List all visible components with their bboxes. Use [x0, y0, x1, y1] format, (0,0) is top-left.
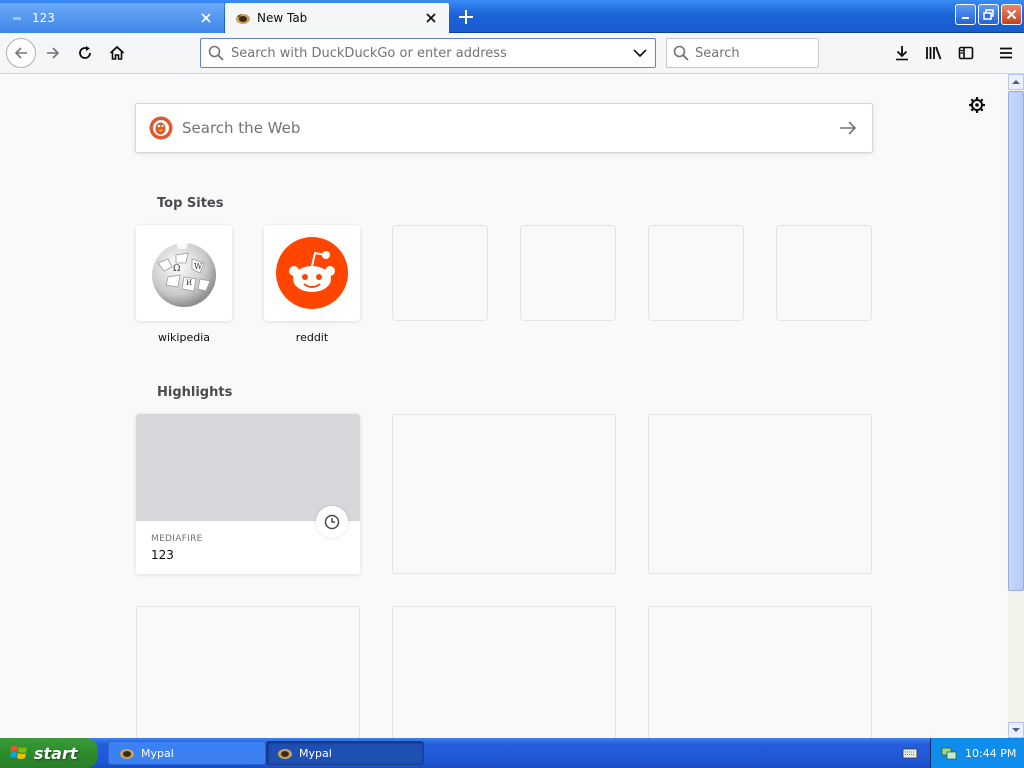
library-button[interactable] — [920, 39, 948, 67]
menu-button[interactable] — [992, 39, 1020, 67]
top-site-tile-reddit[interactable] — [264, 225, 360, 321]
taskbar-item-mypal-active[interactable]: Mypal — [266, 741, 424, 765]
scroll-up-button[interactable] — [1008, 74, 1024, 90]
address-bar[interactable] — [200, 38, 656, 68]
new-tab-button[interactable] — [454, 5, 478, 29]
customize-button[interactable] — [966, 94, 988, 116]
taskbar-item-label: Mypal — [141, 746, 174, 760]
top-site-empty-slot — [776, 225, 872, 321]
vertical-scrollbar[interactable] — [1008, 74, 1024, 738]
highlight-empty-slot — [392, 414, 616, 574]
top-site-label: wikipedia — [157, 331, 210, 344]
clock-icon — [316, 506, 348, 538]
search-submit-arrow-icon[interactable] — [824, 104, 872, 152]
sidebar-button[interactable] — [952, 39, 980, 67]
navigation-toolbar — [0, 33, 1024, 74]
top-site-empty-slot — [392, 225, 488, 321]
tab-123[interactable]: 123 — [0, 3, 224, 33]
url-input[interactable] — [231, 45, 625, 61]
tab-strip: 123 New Tab — [0, 0, 1024, 33]
home-button[interactable] — [103, 39, 131, 67]
svg-text:И: И — [186, 279, 192, 287]
system-tray: 10:44 PM — [930, 738, 1024, 768]
arrow-up-icon — [1012, 80, 1020, 84]
highlight-empty-slot — [392, 606, 616, 738]
search-bar[interactable] — [666, 38, 819, 68]
top-sites-heading: Top Sites — [157, 196, 224, 211]
tab-label: 123 — [32, 11, 55, 25]
gear-icon — [969, 97, 985, 113]
web-search-input[interactable] — [182, 119, 824, 137]
svg-text:W: W — [194, 262, 203, 271]
back-button[interactable] — [6, 38, 36, 68]
clock: 10:44 PM — [965, 746, 1017, 760]
arrow-left-icon — [14, 47, 27, 59]
network-icon[interactable] — [941, 745, 957, 761]
tab-new-tab[interactable]: New Tab — [225, 3, 449, 33]
svg-text:Ω: Ω — [173, 264, 180, 274]
taskbar-item-label: Mypal — [299, 746, 332, 760]
restore-icon — [983, 9, 994, 20]
arrow-right-icon — [47, 47, 60, 59]
library-icon — [926, 46, 942, 60]
reload-button[interactable] — [71, 39, 99, 67]
search-icon — [201, 45, 231, 61]
windows-logo-icon — [10, 746, 27, 759]
highlight-source: MEDIAFIRE — [151, 534, 203, 544]
mypal-logo-icon — [278, 749, 292, 759]
close-tab-icon[interactable] — [423, 10, 439, 26]
download-icon — [896, 46, 908, 61]
top-site-empty-slot — [520, 225, 616, 321]
highlight-empty-slot — [136, 606, 360, 738]
downloads-button[interactable] — [888, 39, 916, 67]
chevron-down-icon[interactable] — [625, 48, 655, 58]
top-site-empty-slot — [648, 225, 744, 321]
highlight-card[interactable]: MEDIAFIRE 123 — [136, 414, 360, 574]
minimize-icon — [961, 16, 969, 19]
duckduckgo-logo-icon — [149, 116, 173, 140]
wikipedia-globe-icon: Ω W И — [152, 243, 216, 307]
highlights-heading: Highlights — [157, 385, 233, 400]
web-search-box[interactable] — [135, 103, 873, 153]
tab-favicon-icon — [10, 10, 26, 26]
home-icon — [109, 45, 125, 60]
sidebar-icon — [958, 46, 974, 60]
highlight-title: 123 — [151, 548, 174, 562]
close-icon — [1006, 9, 1017, 20]
mypal-logo-icon — [120, 749, 134, 759]
highlight-empty-slot — [648, 414, 872, 574]
top-site-label: reddit — [295, 331, 329, 344]
reload-icon — [79, 46, 91, 59]
restore-button[interactable] — [978, 4, 999, 25]
taskbar: start Mypal Mypal 10:44 PM — [0, 738, 1024, 768]
scroll-down-button[interactable] — [1008, 722, 1024, 738]
arrow-down-icon — [1012, 728, 1020, 732]
taskbar-item-mypal[interactable]: Mypal — [108, 741, 266, 765]
new-tab-page: Top Sites Ω W И wikipedia — [0, 74, 1008, 738]
plus-icon — [459, 10, 473, 24]
search-icon — [667, 45, 695, 61]
top-site-tile-wikipedia[interactable]: Ω W И — [136, 225, 232, 321]
start-label: start — [34, 743, 78, 763]
minimize-button[interactable] — [955, 4, 976, 25]
forward-button[interactable] — [39, 39, 67, 67]
close-tab-icon[interactable] — [198, 10, 214, 26]
tab-label: New Tab — [257, 11, 308, 25]
highlight-thumbnail — [136, 414, 360, 521]
close-window-button[interactable] — [1001, 4, 1022, 25]
mypal-logo-icon — [235, 10, 251, 26]
keyboard-icon[interactable] — [902, 745, 918, 761]
hamburger-menu-icon — [1000, 47, 1012, 59]
highlight-empty-slot — [648, 606, 872, 738]
start-button[interactable]: start — [0, 738, 98, 768]
reddit-alien-icon — [276, 237, 348, 309]
search-input[interactable] — [695, 45, 818, 61]
scroll-thumb[interactable] — [1008, 91, 1024, 591]
